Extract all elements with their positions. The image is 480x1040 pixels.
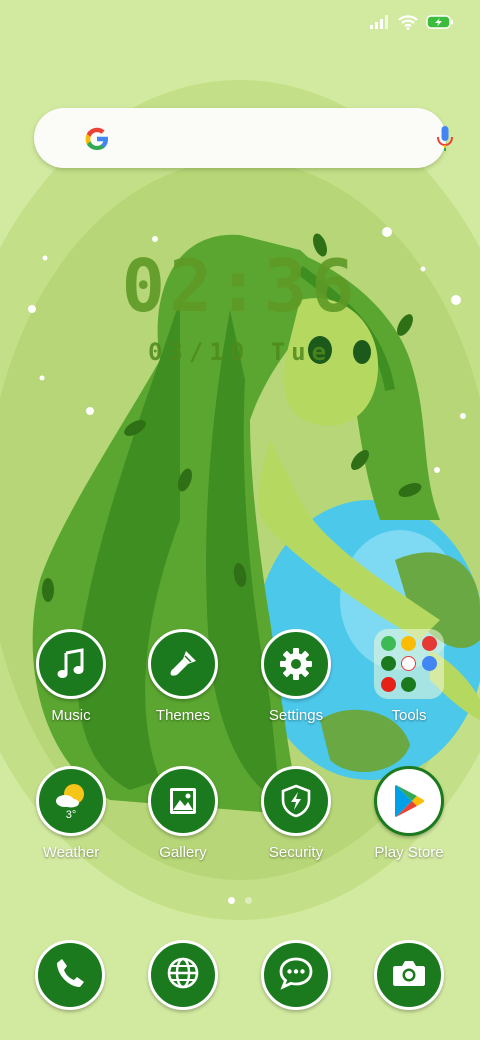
app-label: Settings (268, 707, 324, 724)
app-label: Music (51, 707, 91, 724)
folder-app-icon (401, 676, 417, 692)
app-play-store[interactable]: Play Store (354, 766, 464, 861)
camera-icon (391, 957, 427, 994)
app-weather[interactable]: 3° Weather (16, 766, 126, 861)
music-note-icon (36, 629, 106, 699)
page-dot (245, 897, 252, 904)
app-security[interactable]: Security (241, 766, 351, 861)
folder-app-icon (381, 636, 397, 652)
folder-icon (374, 629, 444, 699)
shield-bolt-icon (261, 766, 331, 836)
sun-cloud-icon: 3° (36, 766, 106, 836)
dock-messages[interactable] (261, 940, 331, 1010)
app-label: Tools (391, 707, 427, 724)
weather-temperature: 3° (65, 808, 77, 821)
folder-tools[interactable]: Tools (354, 629, 464, 724)
folder-empty-slot (422, 677, 437, 692)
page-indicator (0, 897, 480, 904)
folder-app-icon (401, 656, 417, 672)
folder-app-icon (381, 656, 397, 672)
globe-icon (165, 955, 201, 996)
home-screen: 02:36 03/10 Tue Music Themes Settings To… (0, 0, 480, 1040)
folder-app-icon (381, 676, 397, 692)
app-music[interactable]: Music (16, 629, 126, 724)
phone-icon (53, 956, 87, 995)
paintbrush-icon (148, 629, 218, 699)
dock-phone[interactable] (35, 940, 105, 1010)
page-dot-active (228, 897, 235, 904)
dock-camera[interactable] (374, 940, 444, 1010)
image-icon (148, 766, 218, 836)
play-store-icon (374, 766, 444, 836)
clock-date: 03/10 Tue (147, 338, 333, 366)
microphone-icon[interactable] (436, 125, 454, 158)
app-label: Play Store (374, 844, 444, 861)
app-label: Themes (155, 707, 211, 724)
app-settings[interactable]: Settings (241, 629, 351, 724)
folder-app-icon (421, 656, 437, 672)
google-search-bar[interactable] (34, 108, 453, 168)
app-label: Security (268, 844, 324, 861)
app-label: Gallery (159, 844, 207, 861)
gear-icon (261, 629, 331, 699)
dock-browser[interactable] (148, 940, 218, 1010)
google-g-icon (84, 126, 110, 157)
wifi-icon (398, 14, 418, 30)
app-themes[interactable]: Themes (128, 629, 238, 724)
clock-time[interactable]: 02:36 (0, 244, 480, 328)
folder-app-icon (421, 636, 437, 652)
app-gallery[interactable]: Gallery (128, 766, 238, 861)
signal-bars-icon (370, 15, 390, 29)
folder-app-icon (401, 636, 417, 652)
status-bar (370, 8, 454, 36)
chat-icon (278, 956, 314, 995)
app-label: Weather (42, 844, 100, 861)
battery-charging-icon (426, 15, 454, 29)
